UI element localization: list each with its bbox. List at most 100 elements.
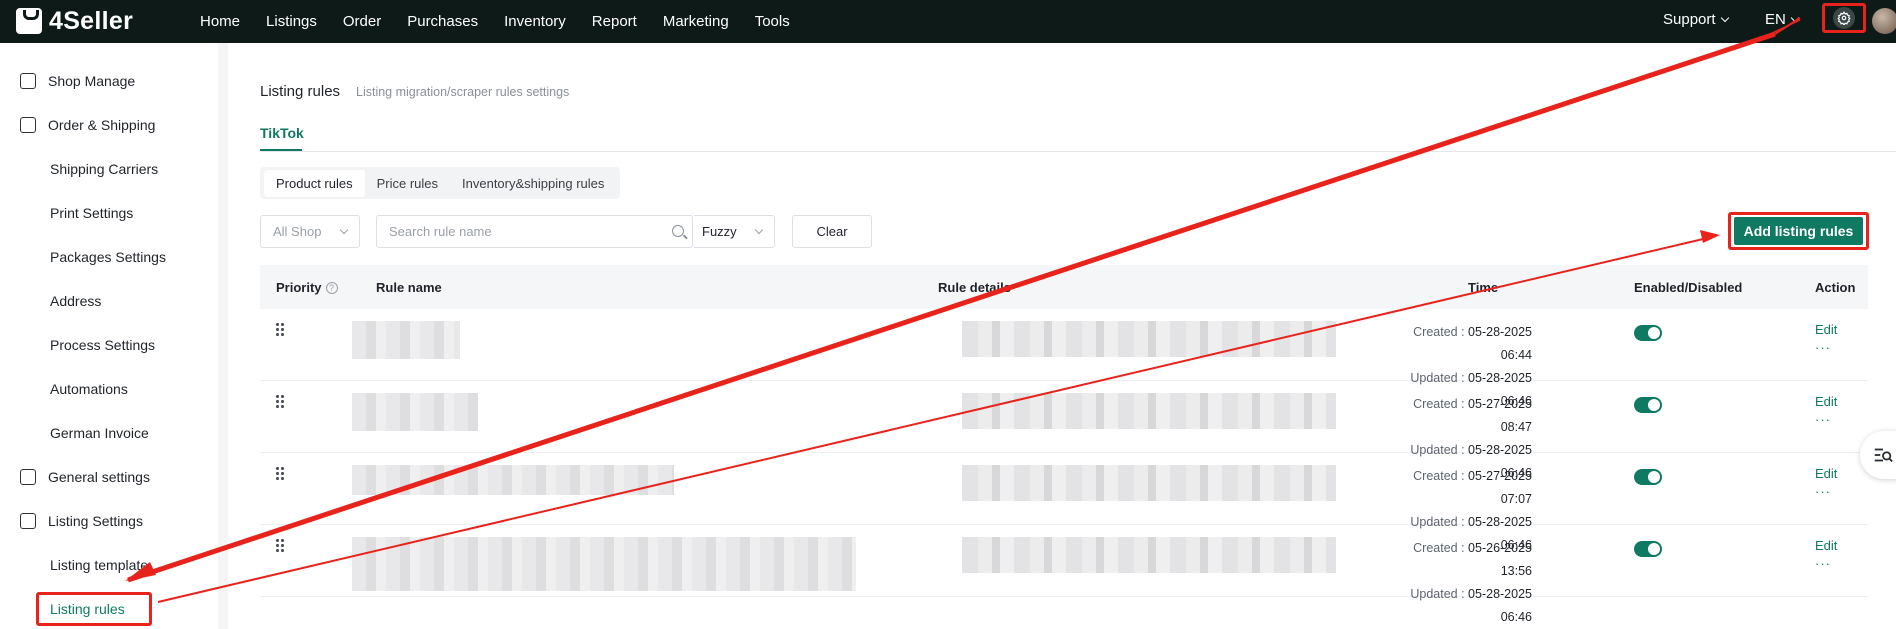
edit-link[interactable]: Edit	[1815, 394, 1837, 409]
enabled-toggle[interactable]	[1634, 325, 1662, 341]
order-bag-icon	[20, 117, 36, 133]
top-navigation-bar: 4Seller Home Listings Order Purchases In…	[0, 0, 1896, 43]
sidebar-item-label: German Invoice	[50, 425, 149, 441]
shop-icon	[20, 73, 36, 89]
tab-tiktok[interactable]: TikTok	[260, 125, 304, 141]
clear-button[interactable]: Clear	[792, 215, 872, 248]
column-header-rule-details: Rule details	[938, 280, 1011, 295]
settings-sidebar: Shop Manage Order & Shipping Shipping Ca…	[0, 43, 218, 629]
main-content: Listing rules Listing migration/scraper …	[228, 43, 1896, 629]
rule-details-redacted	[962, 393, 1336, 429]
sidebar-item-label: Shipping Carriers	[50, 161, 159, 177]
rule-details-redacted	[962, 321, 1336, 357]
sidebar-item-process-settings[interactable]: Process Settings	[50, 330, 155, 360]
brand-logo[interactable]: 4Seller	[16, 6, 133, 36]
nav-purchases[interactable]: Purchases	[407, 13, 478, 30]
sidebar-gutter	[218, 43, 228, 629]
more-actions-icon[interactable]: ···	[1815, 484, 1831, 499]
list-search-icon	[1874, 448, 1893, 463]
sidebar-item-print-settings[interactable]: Print Settings	[50, 198, 133, 228]
sidebar-item-label: Listing Settings	[48, 513, 143, 529]
nav-inventory[interactable]: Inventory	[504, 13, 566, 30]
chevron-down-icon	[1790, 13, 1800, 22]
rule-details-redacted	[962, 465, 1336, 501]
drag-handle-icon[interactable]	[276, 395, 286, 411]
column-header-time: Time	[1468, 280, 1499, 295]
sidebar-item-label: Shop Manage	[48, 73, 136, 89]
search-icon[interactable]	[672, 225, 684, 237]
shop-select[interactable]: All Shop	[260, 215, 360, 248]
annotation-highlight-box	[36, 592, 152, 626]
nav-report[interactable]: Report	[592, 13, 637, 30]
sidebar-item-order-shipping[interactable]: Order & Shipping	[20, 110, 155, 140]
drag-handle-icon[interactable]	[276, 323, 286, 339]
drag-handle-icon[interactable]	[276, 467, 286, 483]
table-row: Created : 05-28-2025 06:44 Updated : 05-…	[260, 309, 1868, 408]
nav-home[interactable]: Home	[200, 13, 240, 30]
enabled-toggle[interactable]	[1634, 397, 1662, 413]
support-label: Support	[1663, 11, 1716, 28]
language-label: EN	[1765, 11, 1786, 28]
sidebar-item-listing-template[interactable]: Listing template	[50, 550, 148, 580]
settings-button[interactable]	[1822, 3, 1866, 33]
nav-tools[interactable]: Tools	[755, 13, 790, 30]
edit-link[interactable]: Edit	[1815, 538, 1837, 553]
rule-details-redacted	[962, 537, 1336, 573]
tab-price-rules[interactable]: Price rules	[365, 170, 450, 197]
table-row: Created : 05-26-2025 13:56 Updated : 05-…	[260, 525, 1868, 624]
more-actions-icon[interactable]: ···	[1815, 340, 1831, 355]
help-icon[interactable]: ?	[325, 282, 338, 294]
sidebar-item-shipping-carriers[interactable]: Shipping Carriers	[50, 154, 158, 184]
tab-inventory-shipping-rules[interactable]: Inventory&shipping rules	[450, 170, 616, 197]
drag-handle-icon[interactable]	[276, 539, 286, 555]
sidebar-item-general-settings[interactable]: General settings	[20, 462, 150, 492]
sidebar-item-label: Process Settings	[50, 337, 156, 353]
sidebar-item-shop-manage[interactable]: Shop Manage	[20, 66, 135, 96]
created-label: Created :	[1413, 325, 1465, 339]
enabled-toggle[interactable]	[1634, 469, 1662, 485]
sidebar-item-packages-settings[interactable]: Packages Settings	[50, 242, 166, 272]
language-menu[interactable]: EN	[1765, 11, 1800, 28]
chevron-down-icon	[1720, 13, 1729, 22]
sidebar-item-label: Automations	[50, 381, 128, 397]
match-mode-value: Fuzzy	[702, 224, 737, 239]
column-header-label: Priority	[276, 280, 322, 295]
sidebar-item-german-invoice[interactable]: German Invoice	[50, 418, 149, 448]
support-menu[interactable]: Support	[1663, 11, 1729, 28]
nav-marketing[interactable]: Marketing	[663, 13, 729, 30]
nav-order[interactable]: Order	[343, 13, 381, 30]
bag-logo-icon	[16, 8, 42, 34]
tab-divider	[260, 151, 1896, 152]
chevron-down-icon	[339, 225, 349, 235]
sidebar-item-address[interactable]: Address	[50, 286, 101, 316]
sidebar-item-label: Order & Shipping	[48, 117, 156, 133]
created-time: 05-26-2025 13:56	[1468, 541, 1532, 578]
created-label: Created :	[1413, 397, 1465, 411]
sidebar-item-label: General settings	[48, 469, 150, 485]
created-time: 05-27-2025 08:47	[1468, 397, 1532, 434]
search-input[interactable]	[389, 224, 649, 239]
user-avatar[interactable]	[1872, 8, 1896, 34]
table-row: Created : 05-27-2025 07:07 Updated : 05-…	[260, 453, 1868, 552]
more-actions-icon[interactable]: ···	[1815, 556, 1831, 571]
column-header-priority: Priority?	[276, 280, 338, 295]
brand-name: 4Seller	[49, 6, 134, 35]
rule-name-redacted	[352, 465, 674, 495]
enabled-toggle[interactable]	[1634, 541, 1662, 557]
nav-listings[interactable]: Listings	[266, 13, 317, 30]
sidebar-item-listing-settings[interactable]: Listing Settings	[20, 506, 143, 536]
rule-time: Created : 05-26-2025 13:56 Updated : 05-…	[1380, 537, 1532, 629]
tab-product-rules[interactable]: Product rules	[264, 169, 365, 197]
general-settings-icon	[20, 469, 36, 485]
edit-link[interactable]: Edit	[1815, 322, 1837, 337]
sidebar-item-label: Packages Settings	[50, 249, 166, 265]
table-row: Created : 05-27-2025 08:47 Updated : 05-…	[260, 381, 1868, 480]
match-mode-select[interactable]: Fuzzy	[694, 215, 775, 248]
add-listing-rules-button[interactable]: Add listing rules	[1734, 217, 1863, 245]
more-actions-icon[interactable]: ···	[1815, 412, 1831, 427]
page-title: Listing rules	[260, 83, 341, 100]
edit-link[interactable]: Edit	[1815, 466, 1837, 481]
sidebar-item-automations[interactable]: Automations	[50, 374, 128, 404]
created-time: 05-28-2025 06:44	[1468, 325, 1532, 362]
main-nav: Home Listings Order Purchases Inventory …	[200, 0, 816, 43]
